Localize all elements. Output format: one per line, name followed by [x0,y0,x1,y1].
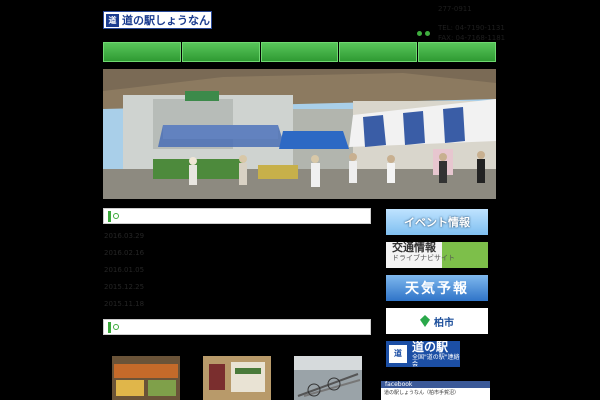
nav-item-1[interactable] [103,42,181,62]
news-date: 2016.03.29 [104,232,145,240]
font-size-switcher [417,31,430,36]
photo-section-header [103,319,371,335]
news-date: 2016.01.05 [104,266,145,274]
bicycles-photo [294,356,362,400]
event-info-label: イベント情報 [404,216,470,229]
weather-label: 天気予報 [405,281,469,297]
side-banners: イベント情報 交通情報 ドライブナビサイト 天気予報 柏市 道 道の駅 全国"道… [386,209,488,374]
hero-illustration [103,69,496,199]
traffic-info-title: 交通情報 [392,242,436,254]
thumbnail-bicycles[interactable] [294,356,362,400]
news-item[interactable]: 2016.02.16 [104,249,144,266]
news-item[interactable]: 2015.12.25 [104,283,144,300]
tel-number: TEL: 04-7190-1131 [438,24,505,32]
nav-item-3[interactable] [260,42,339,62]
zip-code: 277-0911 [438,5,472,13]
logo-text: 道の駅しょうなん [122,14,210,27]
traffic-info-banner[interactable]: 交通情報 ドライブナビサイト [386,242,488,268]
font-size-dot-large[interactable] [425,31,430,36]
michi-badge-icon: 道 [389,345,407,363]
shop-photo [203,356,271,400]
photo-thumbnails [112,356,364,400]
kashiwa-city-banner[interactable]: 柏市 [386,308,488,334]
news-date: 2016.02.16 [104,249,145,257]
site-logo[interactable]: 道 道の駅しょうなん [103,11,212,29]
produce-photo [112,356,180,400]
city-label: 柏市 [434,317,454,329]
news-item[interactable]: 2015.11.18 [104,300,144,317]
event-info-banner[interactable]: イベント情報 [386,209,488,235]
thumbnail-shop[interactable] [203,356,271,400]
traffic-info-subtitle: ドライブナビサイト [392,254,455,262]
news-list: 2016.03.29 2016.02.16 2016.01.05 2015.12… [104,232,144,317]
section-circle-icon [113,324,119,330]
global-nav [103,42,496,62]
city-emblem-icon [420,315,430,327]
facebook-header: facebook [381,381,490,388]
weather-banner[interactable]: 天気予報 [386,275,488,301]
font-size-dot-small[interactable] [417,31,422,36]
nav-item-2[interactable] [181,42,260,62]
news-date: 2015.12.25 [104,283,145,291]
nav-item-4[interactable] [339,42,418,62]
news-item[interactable]: 2016.03.29 [104,232,144,249]
facebook-page-name: 道の駅しょうなん（柏市手賀沼） [384,390,460,396]
logo-mark: 道 [106,13,119,27]
section-accent-bar [108,210,111,222]
hero-photo [103,69,496,199]
news-section-header [103,208,371,224]
news-item[interactable]: 2016.01.05 [104,266,144,283]
nav-item-5[interactable] [418,42,496,62]
michi-subtitle: 全国"道の駅"連絡会 [412,353,460,368]
contact-info: 277-0911 TEL: 04-7190-1131 FAX: 04-7168-… [438,4,505,43]
section-circle-icon [113,213,119,219]
michi-title: 道の駅 [412,341,449,354]
facebook-widget[interactable]: facebook 道の駅しょうなん（柏市手賀沼） [381,381,490,400]
news-date: 2015.11.18 [104,300,145,308]
thumbnail-produce[interactable] [112,356,180,400]
section-accent-bar [108,321,111,333]
michi-no-eki-banner[interactable]: 道 道の駅 全国"道の駅"連絡会 [386,341,460,367]
